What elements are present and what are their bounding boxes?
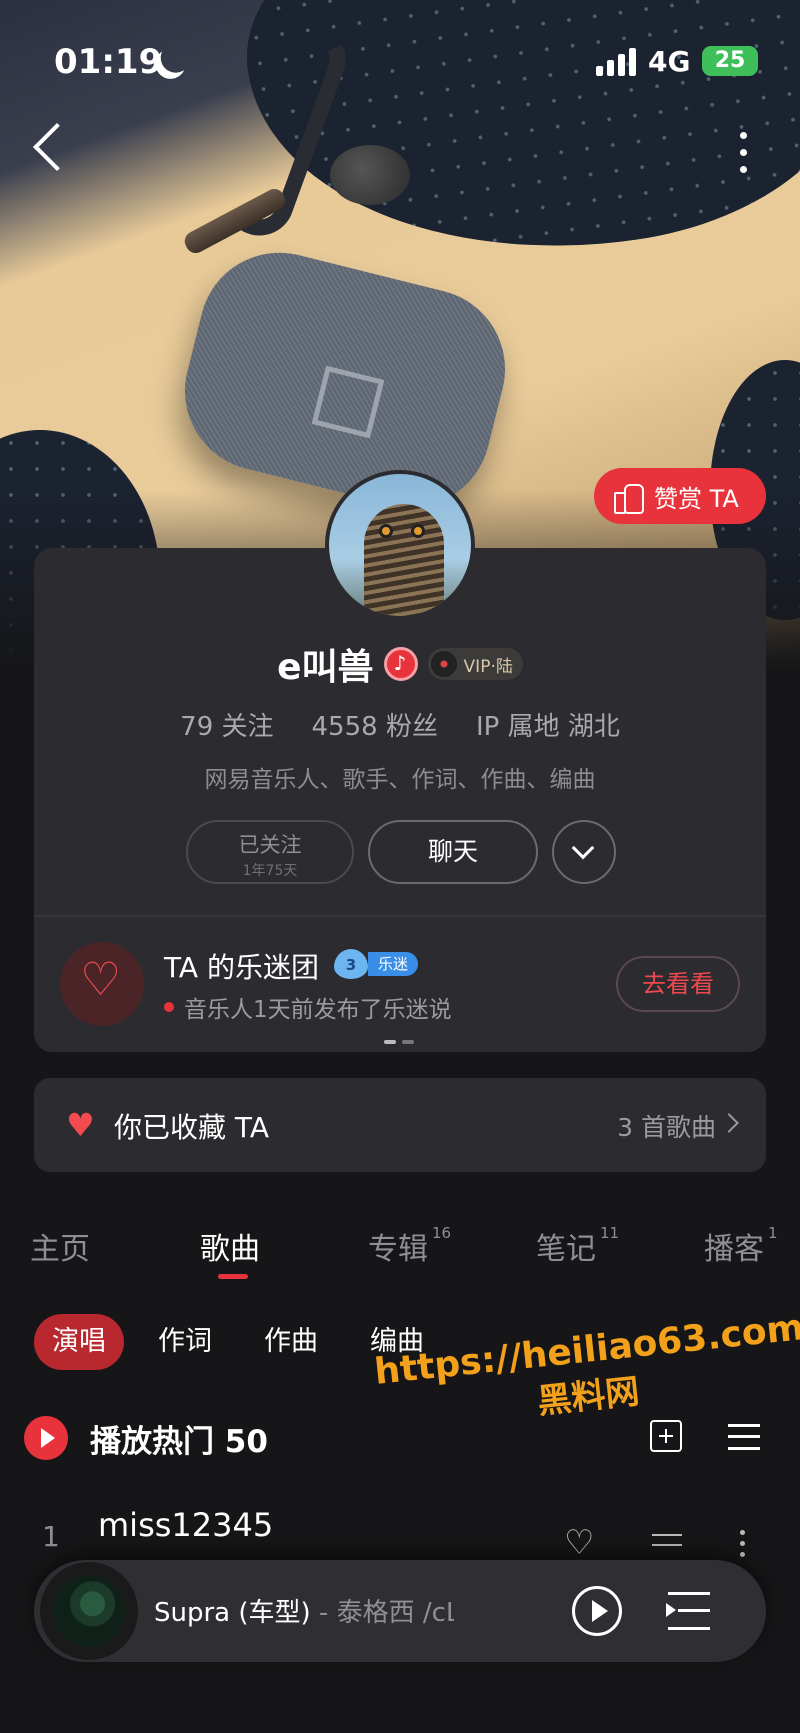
user-name: e叫兽 bbox=[277, 647, 374, 688]
musician-badge-icon[interactable] bbox=[383, 647, 418, 681]
collected-bar[interactable]: ♥ 你已收藏 TA 3 首歌曲 bbox=[34, 1078, 766, 1172]
owl-eye-left bbox=[379, 524, 393, 538]
go-view-button[interactable]: 去看看 bbox=[616, 956, 740, 1012]
signal-icon bbox=[596, 48, 638, 76]
chat-button[interactable]: 聊天 bbox=[368, 820, 538, 884]
add-to-playlist-icon[interactable] bbox=[650, 1420, 682, 1452]
mini-player-artist: - 泰格西 /cLoner bbox=[318, 1598, 454, 1628]
notes-count: 11 bbox=[600, 1224, 620, 1242]
collected-label: 你已收藏 TA bbox=[114, 1111, 269, 1144]
multi-select-icon[interactable] bbox=[728, 1424, 760, 1450]
reward-label: 赞赏 TA bbox=[654, 484, 739, 513]
tab-home[interactable]: 主页 bbox=[30, 1224, 90, 1268]
play-all-icon[interactable] bbox=[24, 1416, 68, 1460]
reward-button[interactable]: 赞赏 TA bbox=[594, 468, 766, 524]
song-title: miss12345 bbox=[98, 1506, 274, 1544]
subtab-sing[interactable]: 演唱 bbox=[34, 1314, 124, 1370]
following-count[interactable]: 79 关注 bbox=[180, 706, 273, 743]
followed-label: 已关注 bbox=[238, 833, 302, 857]
heart-icon: ♥ bbox=[66, 1106, 95, 1144]
podcast-count: 1 bbox=[768, 1224, 778, 1242]
like-icon[interactable]: ♡ bbox=[564, 1526, 594, 1560]
mini-player-cover[interactable] bbox=[40, 1562, 138, 1660]
fan-club-subtitle: 音乐人1天前发布了乐迷说 bbox=[164, 990, 452, 1024]
collected-song-count: 3 首歌曲 bbox=[617, 1113, 716, 1142]
ip-location: IP 属地 湖北 bbox=[475, 712, 620, 742]
mini-player[interactable]: Supra (车型) - 泰格西 /cLoner bbox=[34, 1560, 766, 1662]
fan-level-tag: 乐迷 bbox=[368, 952, 419, 976]
owl-image bbox=[364, 504, 444, 616]
fan-club-icon[interactable] bbox=[60, 942, 144, 1026]
playlist-icon[interactable] bbox=[666, 1592, 710, 1630]
song-more-icon[interactable] bbox=[740, 1530, 746, 1563]
tab-podcast[interactable]: 播客 1 bbox=[704, 1224, 778, 1268]
red-dot-icon bbox=[164, 1002, 174, 1012]
subtab-compose[interactable]: 作曲 bbox=[246, 1314, 336, 1370]
expand-button[interactable] bbox=[552, 820, 616, 884]
follow-duration: 1年75天 bbox=[242, 863, 298, 879]
status-bar: 01:19 4G 25 bbox=[0, 0, 800, 130]
network-label: 4G bbox=[648, 45, 691, 78]
queue-icon[interactable] bbox=[652, 1534, 682, 1546]
song-index: 1 bbox=[42, 1520, 60, 1553]
mini-player-title: Supra (车型) - 泰格西 /cLoner bbox=[154, 1592, 454, 1629]
albums-count: 16 bbox=[432, 1224, 452, 1242]
moon-icon bbox=[156, 38, 194, 76]
card-divider bbox=[34, 915, 766, 917]
fan-level-heart-icon: 3 bbox=[334, 949, 368, 979]
followed-button[interactable]: 已关注 1年75天 bbox=[186, 820, 354, 884]
active-tab-indicator bbox=[218, 1274, 248, 1279]
tab-albums[interactable]: 专辑 16 bbox=[368, 1224, 451, 1268]
mini-play-button[interactable] bbox=[572, 1586, 622, 1636]
subtab-lyrics[interactable]: 作词 bbox=[140, 1314, 230, 1370]
play-hot-label[interactable]: 播放热门 50 bbox=[90, 1416, 268, 1461]
fans-count[interactable]: 4558 粉丝 bbox=[312, 706, 438, 743]
vip-badge[interactable]: VIP·陆 bbox=[427, 648, 523, 680]
tabs-row: 主页 歌曲 专辑 16 笔记 11 播客 1 bbox=[0, 1224, 800, 1284]
tab-notes[interactable]: 笔记 11 bbox=[536, 1224, 619, 1268]
fan-level-badge: 3 乐迷 bbox=[334, 949, 419, 979]
vinyl-disc-icon bbox=[429, 650, 458, 678]
name-row: e叫兽 VIP·陆 bbox=[0, 638, 800, 690]
vip-label: VIP·陆 bbox=[463, 656, 513, 677]
song-row[interactable]: 1 miss12345 ♡ bbox=[0, 1506, 800, 1566]
bio: 网易音乐人、歌手、作词、作曲、编曲 bbox=[204, 767, 596, 793]
thumbs-up-icon bbox=[612, 480, 644, 514]
cover-coin-shape bbox=[330, 145, 410, 205]
status-time: 01:19 bbox=[54, 42, 163, 82]
more-icon[interactable] bbox=[740, 132, 748, 176]
owl-eye-right bbox=[411, 524, 425, 538]
chevron-right-icon bbox=[719, 1113, 739, 1133]
avatar[interactable] bbox=[325, 470, 475, 620]
fan-club-title[interactable]: TA 的乐迷团 bbox=[164, 946, 319, 986]
stats-row: 79 关注 4558 粉丝 IP 属地 湖北 bbox=[0, 706, 800, 743]
battery-icon: 25 bbox=[702, 46, 758, 76]
page-indicator bbox=[384, 1040, 414, 1044]
fan-club-subtitle-text: 音乐人1天前发布了乐迷说 bbox=[184, 997, 452, 1023]
chevron-down-icon bbox=[571, 836, 595, 860]
tab-songs[interactable]: 歌曲 bbox=[200, 1224, 260, 1268]
